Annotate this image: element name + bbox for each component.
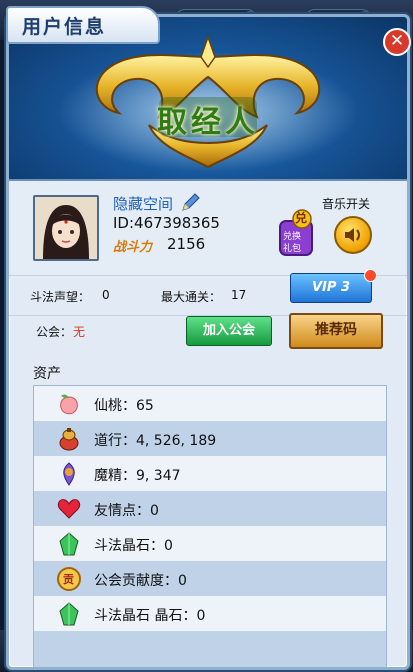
max-clear-label: 最大通关： [161,290,222,304]
list-item: 斗法晶石 晶石：0 [34,596,386,631]
list-item: 贡 公会贡献度：0 [34,561,386,596]
list-item: 友情点：0 [34,491,386,526]
music-toggle-button[interactable] [334,216,372,254]
player-id: ID:467398365 [113,214,220,232]
profile-section: 隐藏空间 ID:467398365 战斗力 2156 兑 兑换 礼包 音乐开关 [9,181,407,279]
list-item-partial [34,631,386,667]
asset-value: 9, 347 [136,468,181,484]
asset-label: 斗法晶石 晶石： [94,608,197,624]
asset-value: 0 [164,538,173,554]
asset-label: 魔精： [94,468,136,484]
asset-label: 友情点： [94,503,150,519]
referral-code-button[interactable]: 推荐码 [289,313,383,349]
asset-value: 0 [150,503,159,519]
redeem-gift-button[interactable]: 兑 兑换 礼包 [276,207,316,259]
edit-name-pencil-icon[interactable] [179,192,201,214]
close-button[interactable]: ✕ [383,28,411,56]
banner-title: 取经人 [157,105,259,140]
assets-title: 资产 [33,366,61,382]
asset-value: 65 [136,398,154,414]
taoism-gourd-icon [59,428,79,451]
avatar-portrait-icon [35,197,97,259]
combat-power-label: 战斗力 [113,240,153,255]
guild-value: 无 [73,325,86,339]
list-item: 仙桃：65 [34,386,386,421]
avatar[interactable] [33,195,99,261]
combat-power-value: 2156 [167,235,206,253]
list-item: 斗法晶石：0 [34,526,386,561]
magic-essence-icon [63,462,75,486]
join-guild-button[interactable]: 加入公会 [186,316,272,346]
speaker-icon [345,228,360,242]
list-item: 道行：4, 526, 189 [34,421,386,456]
panel-title: 用户信息 [22,16,107,38]
max-clear-value: 17 [231,288,247,302]
vip-notification-dot [364,269,377,282]
asset-value: 0 [196,608,206,624]
heart-icon [57,499,81,519]
gift-label-2: 礼包 [283,244,302,254]
asset-label: 道行： [94,433,136,449]
player-name: 隐藏空间 [113,195,174,213]
reputation-value: 0 [102,288,110,302]
asset-label: 公会贡献度： [94,573,178,589]
reputation-label: 斗法声望： [30,290,91,304]
music-toggle-label: 音乐开关 [322,197,371,211]
asset-value: 4, 526, 189 [136,433,217,449]
panel-title-tab: 用户信息 [6,6,160,44]
vip-button[interactable]: VIP 3 [290,273,372,303]
asset-value: 0 [178,573,187,589]
asset-label: 斗法晶石： [94,538,164,554]
green-crystal-icon [59,602,79,626]
user-info-panel: 取经人 隐藏空间 ID:467398365 战斗力 2156 兑 兑换 礼包 音… [6,14,410,670]
close-icon: ✕ [389,31,405,51]
gift-glyph: 兑 [295,211,308,225]
list-item: 魔精：9, 347 [34,456,386,491]
assets-list: 仙桃：65 道行：4, 526, 189 魔精：9, 347 友情点：0 斗法晶… [33,385,387,667]
peach-icon [60,394,78,415]
guild-label: 公会： [36,325,73,339]
coin-glyph: 贡 [63,573,74,586]
green-crystal-icon [59,532,79,556]
asset-label: 仙桃： [94,398,136,414]
